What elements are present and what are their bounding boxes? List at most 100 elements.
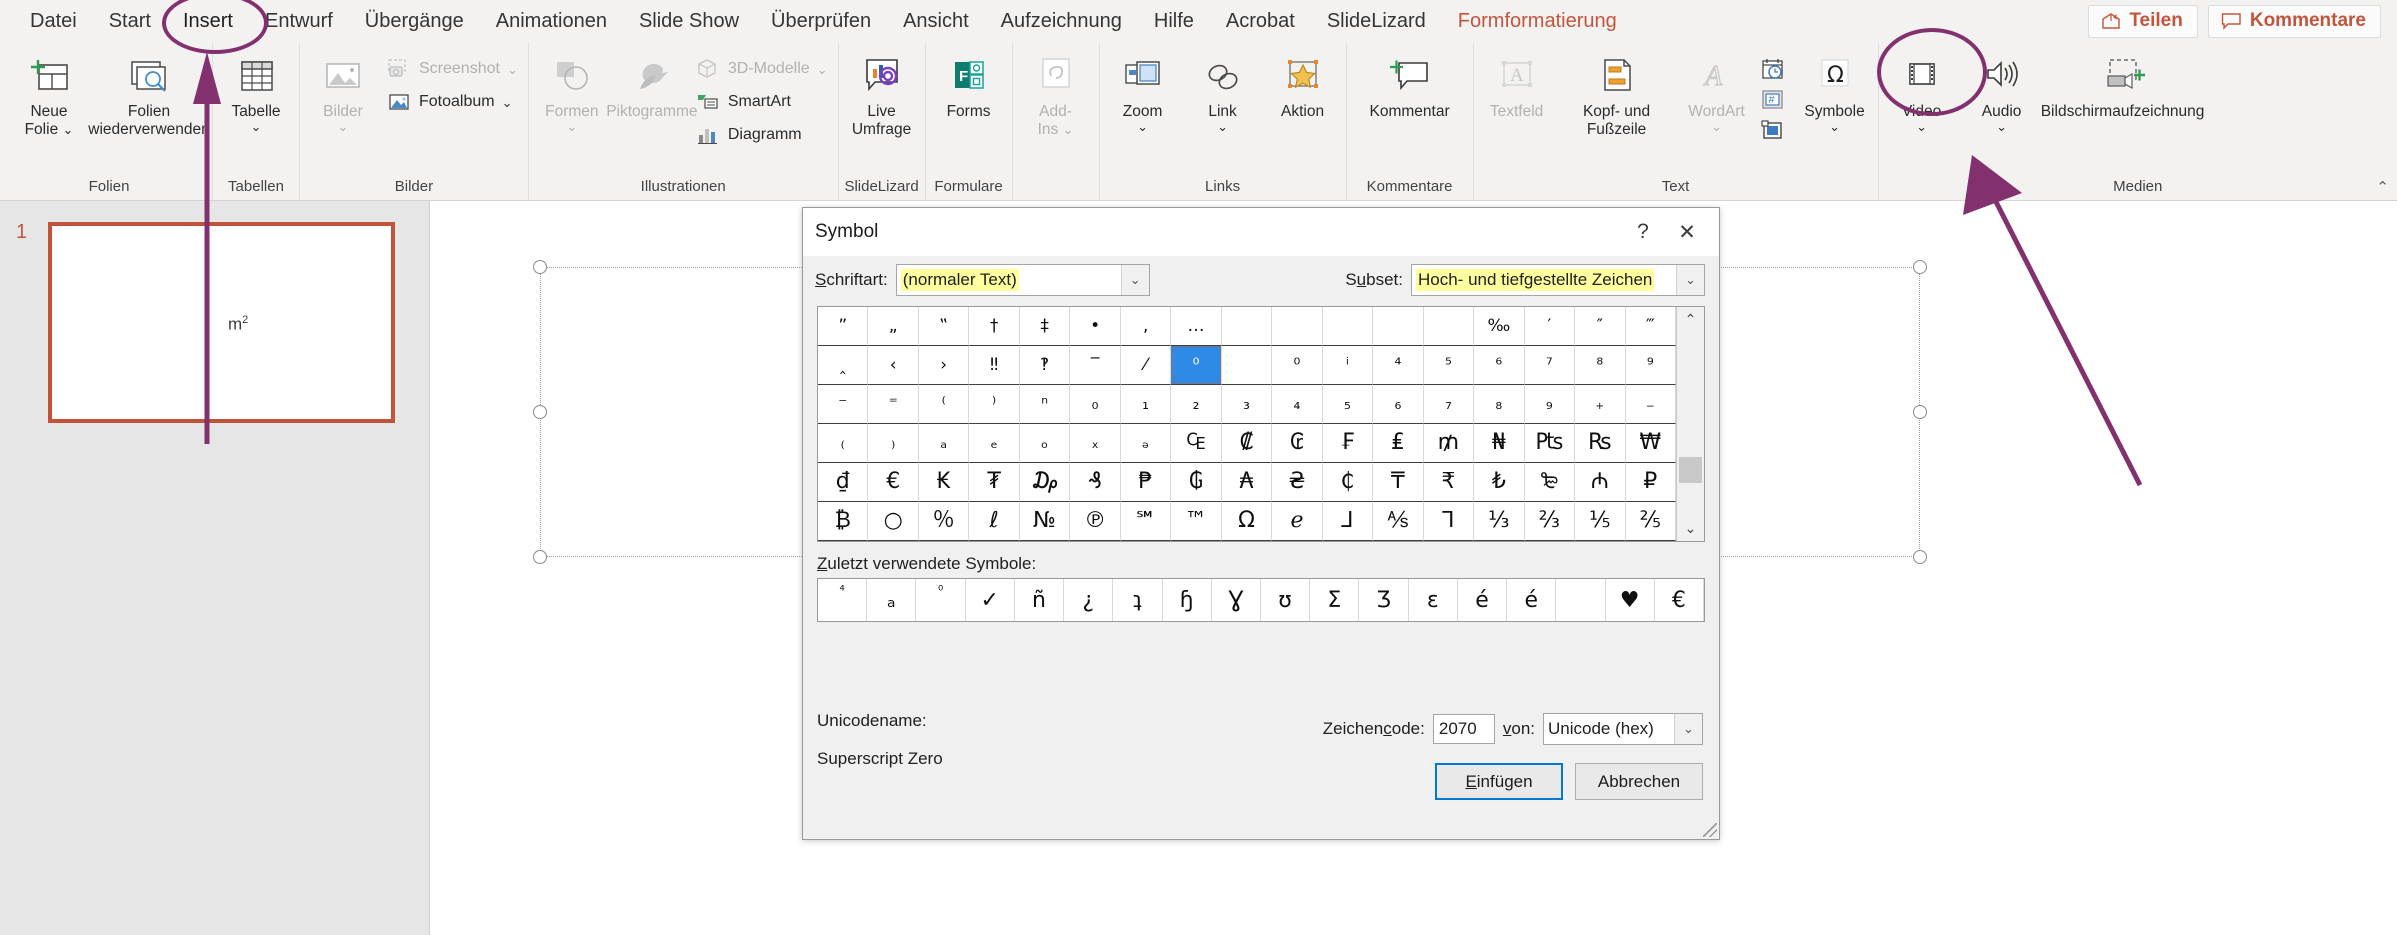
tab-datei[interactable]: Datei xyxy=(14,6,93,37)
insert-button[interactable]: Einfügen xyxy=(1435,763,1563,800)
font-combobox[interactable]: (normaler Text) ⌄ xyxy=(895,264,1150,296)
symbol-cell[interactable]: ₆ xyxy=(1373,385,1424,424)
symbol-cell[interactable]: • xyxy=(1070,307,1121,346)
tab-formformatierung[interactable]: Formformatierung xyxy=(1442,6,1633,37)
recent-symbol-cell[interactable]: ₐ xyxy=(867,579,917,621)
tab-acrobat[interactable]: Acrobat xyxy=(1210,6,1311,37)
symbol-cell[interactable]: ⁹ xyxy=(1625,346,1676,385)
symbol-cell[interactable]: ₦ xyxy=(1474,424,1525,463)
symbol-cell[interactable]: ₻ xyxy=(1524,463,1576,502)
recent-symbol-cell[interactable]: Ɣ xyxy=(1212,579,1261,621)
symbol-cell[interactable] xyxy=(1272,307,1323,346)
symbol-cell[interactable] xyxy=(1221,346,1273,385)
symbol-cell[interactable]: ⁴ xyxy=(1373,346,1424,385)
symbol-cell[interactable]: ₈ xyxy=(1474,385,1525,424)
chevron-down-icon[interactable]: ⌄ xyxy=(1996,120,2007,133)
recent-symbol-cell[interactable]: é xyxy=(1507,579,1557,621)
symbol-cell[interactable]: ○ xyxy=(868,502,919,541)
symbol-cell[interactable]: ⁸ xyxy=(1575,346,1626,385)
close-icon[interactable]: ✕ xyxy=(1673,220,1701,245)
add-ins-button[interactable]: Add- Ins ⌄ xyxy=(1017,49,1095,144)
chart-button[interactable]: Diagramm xyxy=(693,121,834,149)
object-button[interactable] xyxy=(1758,119,1788,147)
symbol-cell[interactable]: › xyxy=(918,346,970,385)
symbol-cell[interactable]: ⅂ xyxy=(1423,502,1475,541)
symbol-cell[interactable]: ₭ xyxy=(918,463,970,502)
symbol-cell[interactable]: ⁱ xyxy=(1322,346,1374,385)
recent-symbol-cell[interactable]: Σ xyxy=(1310,579,1360,621)
table-button[interactable]: Tabelle ⌄ xyxy=(217,49,295,135)
symbol-cell[interactable]: ⁰ xyxy=(1171,346,1222,385)
symbol-cell[interactable]: ⁽ xyxy=(918,385,970,424)
symbol-cell[interactable]: ′ xyxy=(1524,307,1576,346)
chevron-down-icon[interactable]: ⌄ xyxy=(338,120,349,133)
symbol-cell[interactable]: ℗ xyxy=(1070,502,1121,541)
symbol-cell[interactable]: ⁼ xyxy=(868,385,919,424)
symbol-cell[interactable]: ₣ xyxy=(1322,424,1374,463)
symbol-cell[interactable]: ₲ xyxy=(1171,463,1222,502)
symbol-cell[interactable]: ₫ xyxy=(818,463,869,502)
symbol-cell[interactable]: Ω xyxy=(1221,502,1273,541)
smartart-button[interactable]: SmartArt xyxy=(693,88,834,116)
recent-symbols-grid[interactable]: ⁴ ₐ ⁰ ✓ ñ ¿ ʇ ɧ Ɣʊ Σ Ʒɛ é é ♥ € xyxy=(817,578,1705,622)
wordart-button[interactable]: A WordArt ⌄ xyxy=(1678,49,1756,135)
chevron-down-icon[interactable]: ⌄ xyxy=(251,120,262,133)
symbol-cell[interactable]: ⅓ xyxy=(1474,502,1525,541)
tab-slide-show[interactable]: Slide Show xyxy=(623,6,755,37)
symbol-cell[interactable]: ‼ xyxy=(969,346,1020,385)
symbol-cell[interactable]: ₅ xyxy=(1322,385,1374,424)
slide-number-button[interactable]: # xyxy=(1758,88,1788,116)
symbol-cell[interactable]: ₱ xyxy=(1120,463,1172,502)
forms-button[interactable]: F Forms xyxy=(930,49,1008,125)
recent-symbol-cell[interactable]: ¿ xyxy=(1064,579,1114,621)
char-code-input[interactable]: 2070 xyxy=(1432,714,1495,744)
cancel-button[interactable]: Abbrechen xyxy=(1575,763,1703,800)
chevron-down-icon[interactable]: ⌄ xyxy=(566,120,577,133)
text-box-button[interactable]: A Textfeld xyxy=(1478,49,1556,125)
symbol-cell[interactable]: ₁ xyxy=(1120,385,1172,424)
tab-entwurf[interactable]: Entwurf xyxy=(249,6,349,37)
symbol-cell[interactable]: ₸ xyxy=(1373,463,1424,502)
from-combobox[interactable]: Unicode (hex) ⌄ xyxy=(1543,713,1703,745)
symbol-cell[interactable]: ‴ xyxy=(1625,307,1676,346)
symbol-cell[interactable]: … xyxy=(1171,307,1222,346)
audio-button[interactable]: Audio ⌄ xyxy=(1963,49,2041,135)
pictures-button[interactable]: Bilder ⌄ xyxy=(304,49,382,135)
symbol-cell[interactable]: ⁰ xyxy=(1272,346,1323,385)
zoom-button[interactable]: Zoom ⌄ xyxy=(1104,49,1182,135)
symbol-cell[interactable]: ⁄ xyxy=(1120,346,1172,385)
live-poll-button[interactable]: Live Umfrage xyxy=(843,49,921,144)
scrollbar-thumb[interactable] xyxy=(1679,457,1702,483)
chevron-down-icon[interactable]: ⌄ xyxy=(817,63,828,76)
symbol-cell[interactable]: ₴ xyxy=(1272,463,1323,502)
symbol-cell[interactable]: ₿ xyxy=(818,502,869,541)
icons-button[interactable]: Piktogramme xyxy=(606,49,698,125)
symbol-cell[interactable]: ⅃ xyxy=(1322,502,1374,541)
symbol-cell[interactable]: ₔ xyxy=(1120,424,1172,463)
tab-ansicht[interactable]: Ansicht xyxy=(887,6,985,37)
selection-handle-bottom-right[interactable] xyxy=(1913,550,1927,564)
symbol-cell[interactable]: ₺ xyxy=(1474,463,1525,502)
chevron-down-icon[interactable]: ⌄ xyxy=(1063,122,1074,137)
new-slide-button[interactable]: Neue Folie ⌄ xyxy=(10,49,88,144)
symbol-cell[interactable]: ₵ xyxy=(1322,463,1374,502)
symbol-cell[interactable]: ‽ xyxy=(1019,346,1071,385)
symbol-dialog[interactable]: Symbol ? ✕ Schriftart: (normaler Text) ⌄… xyxy=(802,207,1720,840)
recent-symbol-cell[interactable]: € xyxy=(1655,579,1704,621)
action-button[interactable]: Aktion xyxy=(1264,49,1342,125)
symbol-cell[interactable] xyxy=(1322,307,1374,346)
symbol-cell[interactable]: ₇ xyxy=(1423,385,1475,424)
symbol-cell[interactable]: „ xyxy=(868,307,919,346)
symbol-cell[interactable]: ‸ xyxy=(818,346,869,385)
symbol-cell[interactable]: ₡ xyxy=(1221,424,1273,463)
tab-aufzeichnung[interactable]: Aufzeichnung xyxy=(985,6,1138,37)
recent-symbol-cell[interactable]: é xyxy=(1458,579,1508,621)
recent-symbol-cell[interactable]: ʇ xyxy=(1113,579,1163,621)
symbol-cell[interactable]: ‾ xyxy=(1070,346,1121,385)
dialog-resize-grip[interactable] xyxy=(1703,823,1717,837)
symbol-cell[interactable]: ‟ xyxy=(918,307,970,346)
symbol-cell[interactable] xyxy=(1423,307,1475,346)
chevron-down-icon[interactable]: ⌄ xyxy=(502,96,513,109)
tab-insert[interactable]: Insert xyxy=(167,6,249,37)
comments-button[interactable]: Kommentare xyxy=(2207,5,2381,38)
